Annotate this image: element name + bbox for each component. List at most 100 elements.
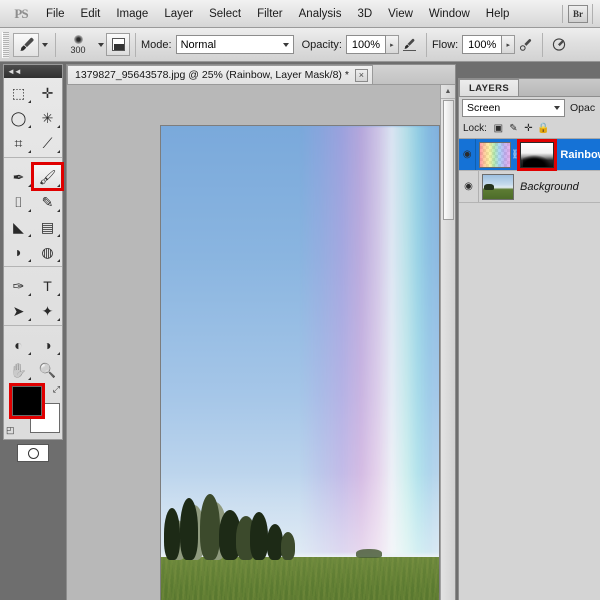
magic-wand-tool[interactable]: ✳	[33, 105, 62, 130]
lock-all-icon[interactable]: 🔒	[536, 122, 551, 136]
menu-analysis[interactable]: Analysis	[291, 5, 350, 23]
brush-dropdown-arrow[interactable]	[98, 42, 104, 47]
flow-control[interactable]: 100% ▸	[462, 35, 516, 54]
blur-tool[interactable]: ◗	[4, 239, 33, 264]
document-tab[interactable]: 1379827_95643578.jpg @ 25% (Rainbow, Lay…	[67, 65, 373, 84]
crop-tool[interactable]: ⌗	[4, 130, 33, 155]
canvas-vertical-scrollbar[interactable]: ▲	[440, 85, 455, 600]
menu-help[interactable]: Help	[478, 5, 518, 23]
menu-3d[interactable]: 3D	[349, 5, 380, 23]
flow-slider-arrow[interactable]: ▸	[502, 35, 516, 54]
layer-mask-thumbnail[interactable]	[517, 138, 558, 171]
swap-colors-icon[interactable]: ⤢	[53, 384, 60, 395]
brush-panel-icon[interactable]	[106, 33, 130, 56]
menu-window[interactable]: Window	[421, 5, 478, 23]
eraser-tool[interactable]: ◣	[4, 214, 33, 239]
default-colors-icon[interactable]: ◰	[6, 425, 15, 436]
lasso-icon: ◯	[10, 109, 27, 126]
scroll-up-arrow-icon[interactable]: ▲	[441, 85, 455, 99]
lock-image-pixels-icon[interactable]: ✎	[506, 122, 521, 136]
menu-file[interactable]: File	[38, 5, 73, 23]
background-thumbnail-art	[483, 174, 513, 199]
eyedropper-icon: ⟋	[42, 134, 53, 151]
menu-edit[interactable]: Edit	[73, 5, 109, 23]
layer-visibility-toggle[interactable]: ◉	[459, 171, 479, 202]
layer-visibility-toggle[interactable]: ◉	[459, 139, 477, 170]
airbrush-icon[interactable]	[548, 34, 570, 56]
3d-orbit-icon: ◑	[43, 336, 52, 353]
tool-grid: ⬚ ✛ ◯ ✳ ⌗ ⟋ ✒ 🖌 ⌷ ✎ ◣ ▤ ◗ ◍ ✑ T ➤ ✦ ◐ ◑ …	[4, 78, 64, 382]
lock-transparent-pixels-icon[interactable]: ▣	[491, 122, 506, 136]
table-row[interactable]: ◉ ⛓ Rainbow	[459, 138, 600, 171]
gradient-icon: ▤	[40, 218, 55, 235]
healing-brush-icon: ✒	[12, 168, 25, 185]
menu-select[interactable]: Select	[201, 5, 249, 23]
eyedropper-tool[interactable]: ⟋	[33, 130, 62, 155]
layer-lock-row: Lock: ▣ ✎ ✛ 🔒	[459, 119, 600, 139]
menu-layer[interactable]: Layer	[156, 5, 201, 23]
blend-mode-select[interactable]: Normal	[175, 35, 294, 54]
color-swatch-area: ⤢ ◰	[4, 383, 62, 436]
scrollbar-thumb[interactable]	[443, 100, 454, 220]
spot-healing-brush-tool[interactable]: ✒	[4, 164, 33, 189]
brush-size-preview[interactable]: 300	[61, 31, 95, 59]
type-icon: T	[43, 277, 52, 294]
custom-shape-icon: ✦	[41, 302, 54, 319]
layer-thumbnail[interactable]	[482, 173, 514, 200]
3d-rotate-tool[interactable]: ◐	[4, 332, 33, 357]
hand-tool[interactable]: ✋	[4, 357, 33, 382]
crop-icon: ⌗	[14, 134, 23, 151]
menu-view[interactable]: View	[380, 5, 421, 23]
foreground-color-swatch[interactable]	[9, 383, 45, 419]
layer-thumbnail[interactable]	[479, 141, 512, 168]
lasso-tool[interactable]: ◯	[4, 105, 33, 130]
gradient-tool[interactable]: ▤	[33, 214, 62, 239]
path-selection-tool[interactable]: ➤	[4, 298, 33, 323]
options-bar-grip[interactable]	[2, 31, 9, 58]
marquee-tool[interactable]: ⬚	[4, 80, 33, 105]
pen-icon: ✑	[12, 277, 25, 294]
flow-input[interactable]: 100%	[462, 35, 503, 54]
type-tool[interactable]: T	[33, 273, 62, 298]
dodge-icon: ◍	[41, 243, 54, 260]
double-arrow-left-icon[interactable]: ◄◄	[7, 67, 22, 76]
link-mask-icon[interactable]: ⛓	[511, 149, 522, 160]
options-separator	[135, 32, 136, 57]
history-brush-tool[interactable]: ✎	[33, 189, 62, 214]
tab-layers[interactable]: LAYERS	[459, 79, 520, 96]
layer-blend-mode-select[interactable]: Screen	[462, 99, 565, 117]
history-brush-icon: ✎	[41, 193, 54, 210]
paintbrush-icon[interactable]	[13, 32, 39, 57]
brush-preset-picker-arrow[interactable]	[42, 42, 48, 47]
move-tool[interactable]: ✛	[33, 80, 62, 105]
brush-tool[interactable]: 🖌	[31, 162, 64, 191]
blend-mode-value: Normal	[180, 38, 217, 51]
pen-tool[interactable]: ✑	[4, 273, 33, 298]
menu-image[interactable]: Image	[108, 5, 156, 23]
table-row[interactable]: ◉ Background	[459, 171, 600, 203]
layers-tab-strip: LAYERS	[459, 79, 600, 97]
canvas-area[interactable]	[67, 85, 455, 600]
opacity-control[interactable]: 100% ▸	[345, 35, 399, 54]
tablet-pressure-flow-icon[interactable]	[515, 34, 537, 56]
dodge-tool[interactable]: ◍	[33, 239, 62, 264]
menu-filter[interactable]: Filter	[249, 5, 291, 23]
eraser-icon: ◣	[13, 218, 24, 235]
opacity-input[interactable]: 100%	[345, 35, 386, 54]
lock-position-icon[interactable]: ✛	[521, 122, 536, 136]
opacity-slider-arrow[interactable]: ▸	[385, 35, 399, 54]
tool-divider	[4, 266, 62, 271]
close-icon[interactable]: ×	[354, 68, 368, 82]
shape-tool[interactable]: ✦	[33, 298, 62, 323]
3d-orbit-tool[interactable]: ◑	[33, 332, 62, 357]
quick-mask-toggle[interactable]	[4, 440, 62, 466]
zoom-tool[interactable]: 🔍	[33, 357, 62, 382]
layer-mask-art	[521, 142, 554, 167]
tablet-pressure-opacity-icon[interactable]	[399, 34, 421, 56]
tree	[280, 531, 295, 560]
image-canvas[interactable]	[160, 125, 440, 600]
launch-bridge-button[interactable]: Br	[568, 4, 588, 23]
document-tab-bar: 1379827_95643578.jpg @ 25% (Rainbow, Lay…	[67, 65, 455, 85]
toolbox-titlebar[interactable]: ◄◄	[4, 65, 62, 78]
clone-stamp-tool[interactable]: ⌷	[4, 189, 33, 214]
